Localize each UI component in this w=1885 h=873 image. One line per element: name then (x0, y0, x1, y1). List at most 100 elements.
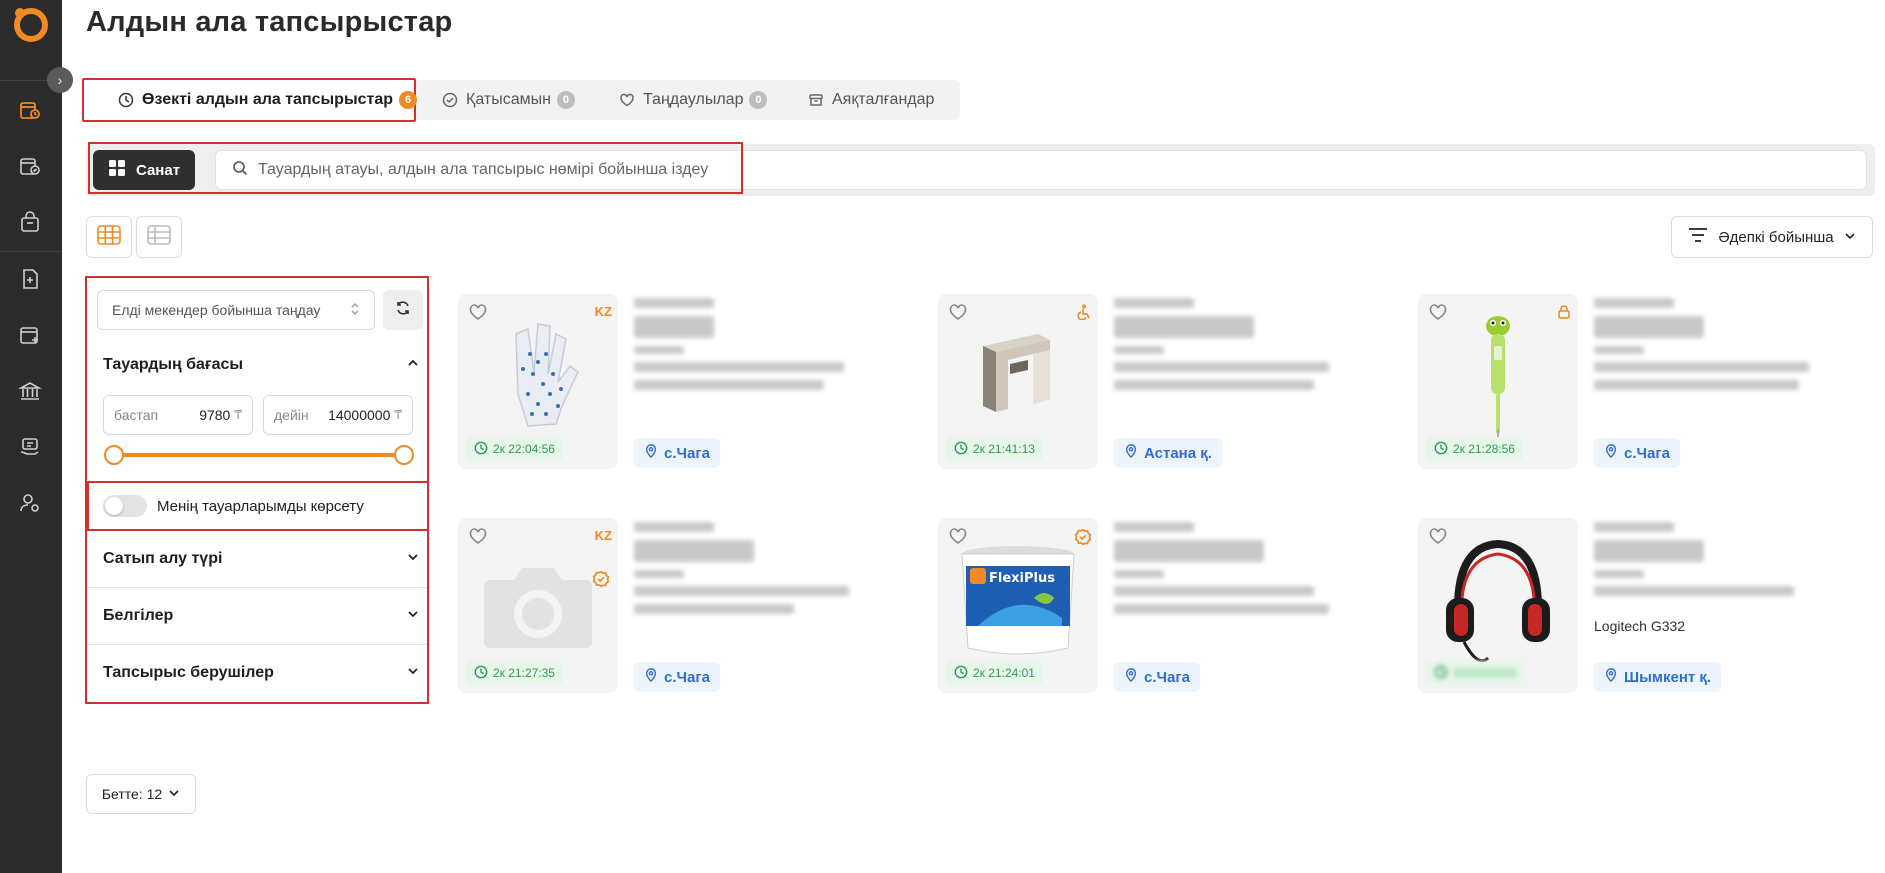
tab-count-badge: 0 (556, 91, 575, 109)
clock-icon (954, 441, 968, 458)
sidebar-bag-icon[interactable] (17, 209, 43, 235)
tab-participating[interactable]: Қатысамын 0 (442, 80, 575, 120)
countdown-timer: 2к 21:28:56 (1426, 437, 1523, 461)
product-card[interactable]: 2к 21:28:56 с.Чага (1418, 294, 1818, 472)
favorite-heart-icon[interactable] (466, 524, 490, 548)
sidebar-bank-icon[interactable] (17, 378, 43, 404)
filter-panel: Елді мекендер бойынша таңдау Тауардың ба… (85, 276, 429, 704)
sort-label: Әдепкі бойынша (1718, 228, 1834, 246)
table-view-icon (147, 224, 171, 250)
tab-label: Өзекті алдын ала тапсырыстар (142, 91, 394, 108)
location-pin-icon (1604, 668, 1618, 686)
tab-label: Таңдаулылар (643, 91, 744, 108)
per-page-label: Бетте: 12 (101, 786, 163, 802)
my-goods-toggle-row: Менің тауарларымды көрсету (87, 481, 429, 531)
tab-label: Қатысамын (466, 91, 551, 108)
logo[interactable] (12, 6, 48, 42)
location-text: с.Чага (664, 444, 710, 462)
product-image: KZ 2к 21:27:35 (458, 518, 618, 693)
favorite-heart-icon[interactable] (946, 300, 970, 324)
tags-section[interactable]: Белгілер (103, 607, 419, 625)
location-tag: с.Чага (1114, 662, 1200, 692)
price-to-input[interactable]: дейін 14000000 ₸ (263, 395, 413, 435)
customers-section[interactable]: Тапсырыс берушілер (103, 664, 419, 682)
clock-icon (954, 665, 968, 682)
favorite-heart-icon[interactable] (1426, 524, 1450, 548)
sidebar-user-settings-icon[interactable] (17, 490, 43, 516)
grid-view-icon (97, 224, 121, 250)
product-card[interactable]: KZ 2к 21:27:35 с.Чага (458, 518, 858, 696)
sidebar-collapse-button[interactable]: › (47, 67, 73, 93)
product-card[interactable]: FlexiPlus 2к 21:24:01 с.Чага (938, 518, 1338, 696)
tab-completed[interactable]: Аяқталғандар (808, 80, 934, 120)
price-slider-max-handle[interactable] (394, 445, 414, 465)
location-text: с.Чага (1624, 444, 1670, 462)
location-pin-icon (1124, 444, 1138, 462)
table-view-button[interactable] (136, 216, 182, 258)
grid-view-button[interactable] (86, 216, 132, 258)
price-section-header[interactable]: Тауардың бағасы (103, 356, 419, 374)
timer-text: 2к 21:24:01 (973, 666, 1035, 680)
location-text: Шымкент қ. (1624, 668, 1712, 686)
timer-text: 2к 21:28:56 (1453, 442, 1515, 456)
tab-favorites[interactable]: Таңдаулылар 0 (619, 80, 768, 120)
sidebar-calendar-add-icon[interactable] (17, 322, 43, 348)
region-select[interactable]: Елді мекендер бойынша таңдау (97, 290, 375, 330)
tab-count-badge: 6 (399, 91, 418, 109)
product-image: FlexiPlus 2к 21:24:01 (938, 518, 1098, 693)
blurred-details (1114, 522, 1334, 622)
purchase-type-section[interactable]: Сатып алу түрі (103, 550, 419, 568)
kz-badge: KZ (594, 304, 612, 319)
customers-title: Тапсырыс берушілер (103, 664, 274, 681)
location-tag: с.Чага (1594, 438, 1680, 468)
tags-title: Белгілер (103, 607, 174, 624)
blurred-details (1114, 298, 1334, 398)
refresh-button[interactable] (383, 290, 423, 330)
accessible-icon (1076, 304, 1092, 323)
location-text: с.Чага (664, 668, 710, 686)
location-pin-icon (644, 668, 658, 686)
purchase-type-title: Сатып алу түрі (103, 550, 223, 567)
location-tag: Астана қ. (1114, 438, 1222, 468)
refresh-icon (395, 300, 411, 321)
chevron-down-icon (168, 786, 180, 802)
sidebar-divider (0, 251, 62, 252)
timer-text-redacted (1453, 668, 1517, 678)
product-card[interactable]: KZ 2к 22:04:56 с.Чага (458, 294, 858, 472)
product-image: 2к 21:28:56 (1418, 294, 1578, 469)
product-image (1418, 518, 1578, 693)
timer-text: 2к 21:27:35 (493, 666, 555, 680)
my-goods-toggle[interactable] (103, 495, 147, 517)
check-circle-icon (442, 92, 458, 108)
price-from-value: 9780 (199, 407, 231, 423)
lock-icon (1556, 304, 1572, 323)
chevron-down-icon (407, 607, 419, 625)
price-to-label: дейін (274, 407, 309, 423)
price-slider-min-handle[interactable] (104, 445, 124, 465)
favorite-heart-icon[interactable] (466, 300, 490, 324)
blurred-details (634, 522, 854, 622)
countdown-timer: 2к 21:41:13 (946, 437, 1043, 461)
favorite-heart-icon[interactable] (1426, 300, 1450, 324)
tab-current-preorders[interactable]: Өзекті алдын ала тапсырыстар 6 (118, 80, 418, 120)
product-card[interactable]: 2к 21:41:13 Астана қ. (938, 294, 1338, 472)
sidebar-preorders-icon[interactable] (17, 97, 43, 123)
verified-icon (592, 570, 610, 593)
price-from-input[interactable]: бастап 9780 ₸ (103, 395, 253, 435)
timer-text: 2к 22:04:56 (493, 442, 555, 456)
tab-label: Аяқталғандар (832, 91, 935, 108)
countdown-timer: 2к 22:04:56 (466, 437, 563, 461)
countdown-timer: 2к 21:24:01 (946, 661, 1043, 685)
per-page-dropdown[interactable]: Бетте: 12 (86, 774, 196, 814)
sort-dropdown[interactable]: Әдепкі бойынша (1671, 216, 1873, 258)
sidebar-orders-icon[interactable] (17, 153, 43, 179)
location-pin-icon (1604, 444, 1618, 462)
product-card[interactable]: Logitech G332 Шымкент қ. (1418, 518, 1818, 696)
archive-icon (808, 92, 824, 108)
favorite-heart-icon[interactable] (946, 524, 970, 548)
my-goods-label: Менің тауарларымды көрсету (157, 497, 364, 515)
blurred-details (1594, 298, 1814, 398)
sidebar-handshake-icon[interactable] (17, 434, 43, 460)
sidebar-doc-add-icon[interactable] (17, 266, 43, 292)
price-to-value: 14000000 (328, 407, 391, 423)
